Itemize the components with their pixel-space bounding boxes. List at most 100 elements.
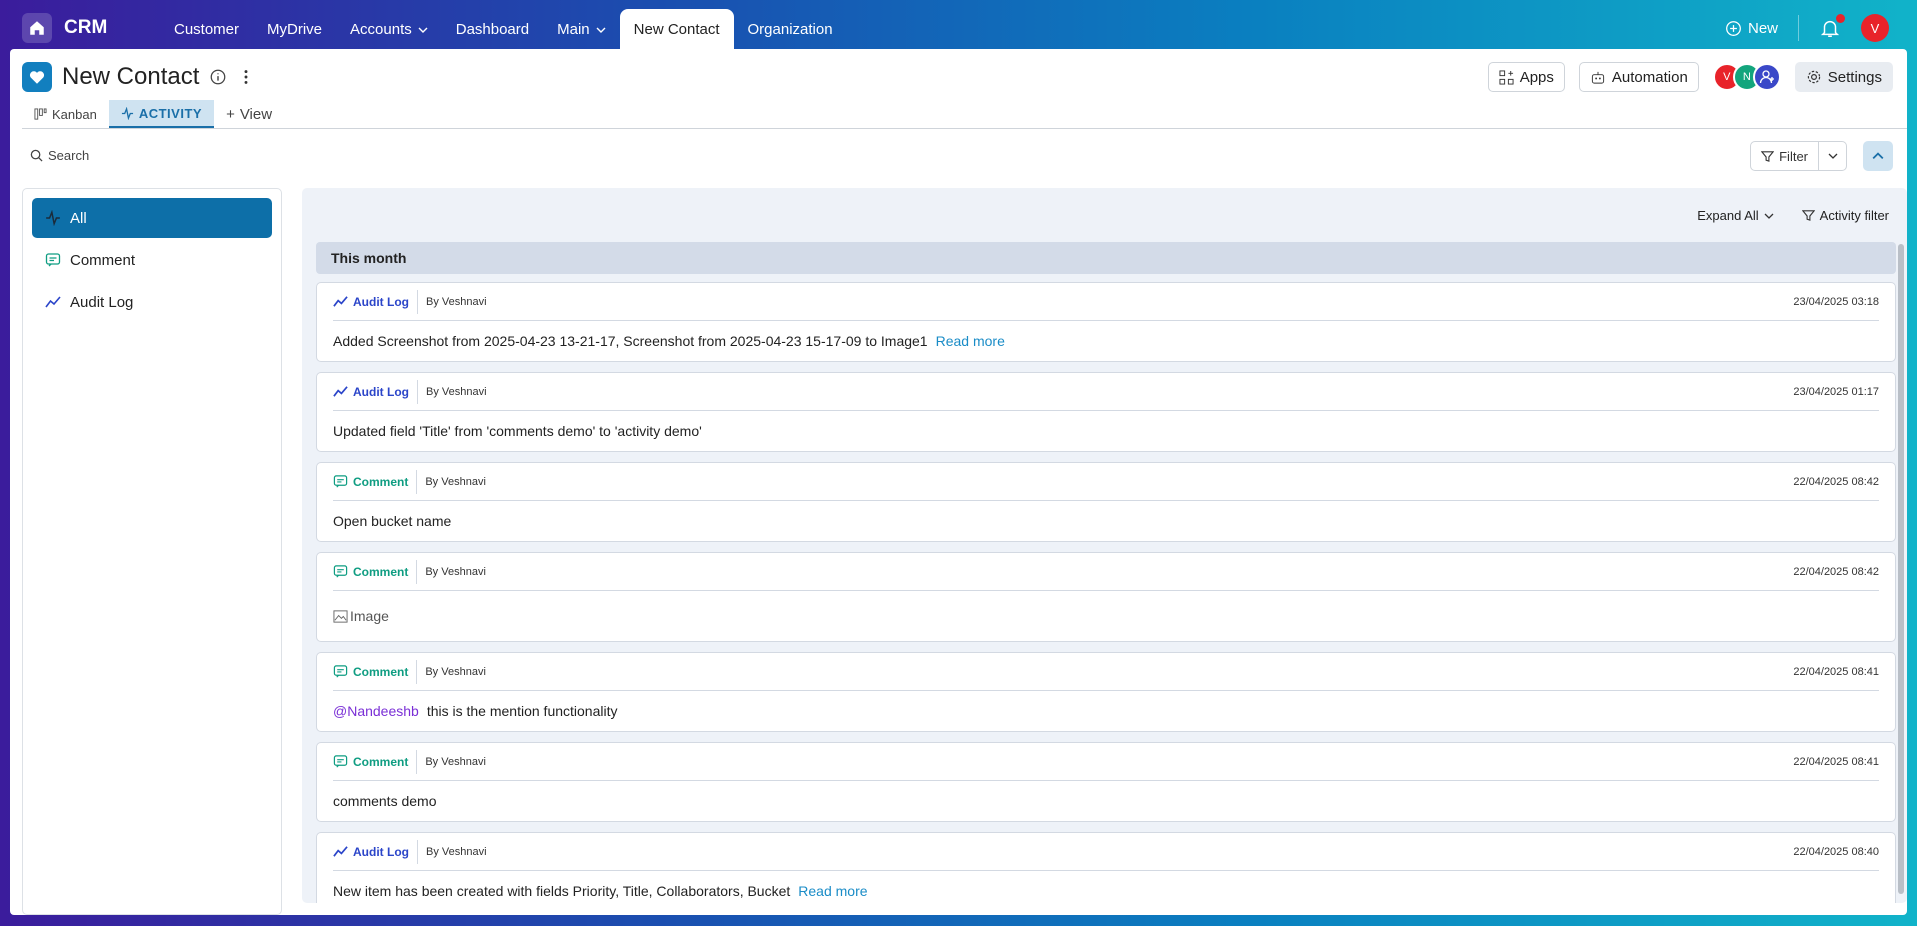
activity-entry[interactable]: Comment By Veshnavi 22/04/2025 08:41 @Na… [316, 652, 1896, 732]
activity-entry[interactable]: Comment By Veshnavi 22/04/2025 08:42 Ope… [316, 462, 1896, 542]
user-avatar[interactable]: V [1861, 14, 1889, 42]
top-navbar: CRM Customer MyDrive Accounts Dashboard … [0, 0, 1917, 50]
app-brand: CRM [64, 17, 108, 38]
entry-timestamp: 22/04/2025 08:41 [1793, 665, 1879, 678]
activity-entry[interactable]: Audit Log By Veshnavi 22/04/2025 08:40 N… [316, 832, 1896, 903]
nav-item-new-contact[interactable]: New Contact [619, 9, 734, 50]
activity-entry[interactable]: Comment By Veshnavi 22/04/2025 08:42 Ima… [316, 552, 1896, 642]
entry-type-label: Audit Log [353, 294, 409, 309]
entry-type: Audit Log [333, 839, 418, 864]
nav-item-label: Accounts [350, 21, 412, 38]
entry-type: Comment [333, 469, 418, 494]
more-vertical-icon[interactable] [237, 68, 255, 86]
activity-type-audit-log[interactable]: Audit Log [32, 282, 272, 322]
nav-item-main[interactable]: Main [543, 9, 620, 50]
search-icon [30, 149, 43, 162]
activity-icon [121, 106, 133, 120]
entry-text: this is the mention functionality [426, 703, 618, 719]
entry-timestamp: 22/04/2025 08:40 [1793, 845, 1879, 858]
activity-entry[interactable]: Audit Log By Veshnavi 23/04/2025 01:17 U… [316, 372, 1896, 452]
activity-type-all[interactable]: All [32, 198, 272, 238]
new-button[interactable]: New [1725, 20, 1778, 37]
home-icon[interactable] [22, 13, 52, 43]
filter-button[interactable]: Filter [1750, 141, 1819, 171]
activity-filter-button[interactable]: Activity filter [1801, 208, 1889, 223]
entry-type: Comment [333, 559, 418, 584]
add-user-icon[interactable] [1752, 63, 1781, 91]
entry-text: Open bucket name [333, 513, 452, 529]
entry-type-label: Comment [353, 474, 409, 489]
notification-bell-icon[interactable] [1819, 14, 1845, 39]
entry-author: By Veshnavi [425, 295, 487, 308]
automation-button-label: Automation [1611, 68, 1688, 86]
read-more-link[interactable]: Read more [798, 883, 867, 899]
entry-author: By Veshnavi [425, 755, 486, 768]
image-icon [333, 609, 348, 623]
group-header[interactable]: This month [316, 242, 1896, 274]
broken-image[interactable]: Image [333, 608, 389, 624]
entry-type-label: Comment [353, 564, 409, 579]
page-title: New Contact [62, 63, 200, 90]
entry-author: By Veshnavi [425, 385, 487, 398]
tab-label: Kanban [52, 106, 97, 122]
activity-list: Audit Log By Veshnavi 23/04/2025 03:18 A… [316, 282, 1896, 903]
activity-entry[interactable]: Comment By Veshnavi 22/04/2025 08:41 com… [316, 742, 1896, 822]
entry-type: Comment [333, 659, 418, 684]
nav-item-customer[interactable]: Customer [160, 9, 253, 50]
comment-icon [45, 253, 61, 267]
settings-button-label: Settings [1827, 68, 1882, 86]
filter-label: Filter [1779, 148, 1808, 164]
activity-type-comment[interactable]: Comment [32, 240, 272, 280]
add-view-button[interactable]: + View [214, 100, 284, 128]
comment-icon [333, 665, 348, 678]
entry-type: Audit Log [333, 379, 418, 404]
tab-kanban[interactable]: Kanban [22, 100, 109, 128]
trend-icon [333, 296, 348, 307]
comment-icon [333, 565, 348, 578]
expand-all-button[interactable]: Expand All [1697, 208, 1774, 223]
nav-item-dashboard[interactable]: Dashboard [442, 9, 543, 50]
heart-icon [22, 62, 52, 92]
read-more-link[interactable]: Read more [936, 333, 1005, 349]
automation-button[interactable]: Automation [1578, 62, 1699, 92]
nav-item-label: Dashboard [455, 21, 530, 38]
chevron-down-icon [1828, 153, 1837, 159]
activity-entry[interactable]: Audit Log By Veshnavi 23/04/2025 03:18 A… [316, 282, 1896, 362]
entry-type-label: Audit Log [353, 844, 409, 859]
entry-author: By Veshnavi [425, 665, 486, 678]
apps-icon [1499, 69, 1514, 85]
entry-timestamp: 22/04/2025 08:42 [1793, 475, 1879, 488]
entry-type-label: Comment [353, 754, 409, 769]
entry-author: By Veshnavi [425, 565, 486, 578]
trend-icon [45, 296, 61, 308]
kanban-icon [34, 107, 47, 120]
search-input[interactable]: Search [30, 148, 89, 163]
collaborator-avatars[interactable]: V N [1712, 63, 1781, 91]
expand-all-label: Expand All [1697, 208, 1759, 223]
entry-timestamp: 22/04/2025 08:42 [1793, 565, 1879, 578]
info-icon[interactable] [209, 68, 227, 86]
nav-item-label: New Contact [633, 21, 720, 38]
nav-item-mydrive[interactable]: MyDrive [253, 9, 336, 50]
entry-text: Updated field 'Title' from 'comments dem… [333, 423, 702, 439]
chevron-down-icon [418, 27, 428, 33]
activity-type-label: All [70, 209, 87, 227]
tab-activity[interactable]: ACTIVITY [108, 100, 215, 128]
entry-text: comments demo [333, 793, 437, 809]
user-mention[interactable]: @Nandeeshb [333, 703, 419, 719]
activity-icon [46, 210, 60, 226]
apps-button[interactable]: Apps [1487, 62, 1565, 92]
entry-author: By Veshnavi [425, 845, 487, 858]
scrollbar[interactable] [1898, 244, 1904, 894]
trend-icon [333, 386, 348, 397]
activity-feed: Expand All Activity filter This month Au… [302, 188, 1907, 903]
nav-item-label: Main [557, 21, 590, 38]
collapse-button[interactable] [1863, 141, 1893, 171]
filter-dropdown[interactable] [1819, 141, 1847, 171]
nav-item-accounts[interactable]: Accounts [336, 9, 442, 50]
entry-timestamp: 23/04/2025 01:17 [1793, 385, 1879, 398]
comment-icon [333, 475, 348, 488]
filter-icon [1761, 150, 1775, 162]
settings-button[interactable]: Settings [1794, 62, 1893, 92]
nav-item-organization[interactable]: Organization [734, 9, 847, 50]
